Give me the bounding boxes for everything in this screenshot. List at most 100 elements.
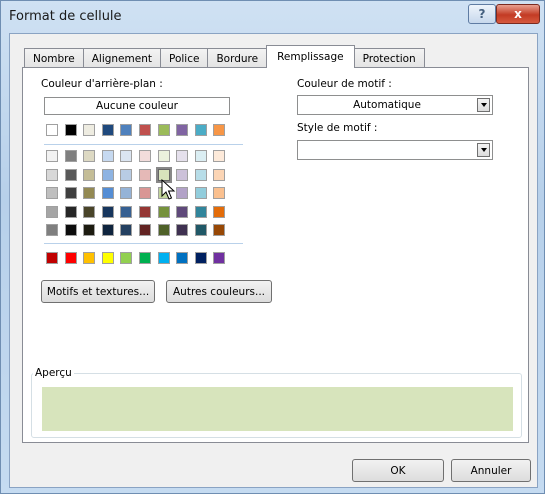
color-swatch[interactable] [46, 205, 58, 218]
color-swatch[interactable] [46, 150, 58, 162]
pattern-style-dropdown[interactable] [297, 140, 493, 160]
color-swatch[interactable] [101, 124, 114, 136]
color-swatch[interactable] [101, 187, 114, 199]
color-swatch[interactable] [213, 224, 226, 236]
color-swatch[interactable] [46, 187, 58, 199]
color-swatch[interactable] [64, 168, 77, 181]
color-swatch[interactable] [194, 124, 207, 136]
tab-protection[interactable]: Protection [353, 48, 425, 68]
color-swatch[interactable] [213, 168, 226, 181]
color-swatch[interactable] [46, 168, 58, 181]
patterns-textures-button[interactable]: Motifs et textures... [41, 280, 155, 303]
color-swatch[interactable] [83, 150, 96, 162]
color-swatch[interactable] [120, 150, 133, 162]
color-swatch[interactable] [213, 150, 226, 162]
color-swatch[interactable] [101, 252, 114, 264]
dialog-title: Format de cellule [9, 9, 122, 24]
help-button[interactable]: ? [468, 4, 496, 24]
pattern-color-value: Automatique [353, 99, 421, 111]
color-swatch[interactable] [138, 224, 151, 236]
cancel-button[interactable]: Annuler [451, 459, 531, 482]
color-swatch[interactable] [120, 187, 133, 199]
color-swatch[interactable] [101, 224, 114, 236]
color-swatch[interactable] [138, 150, 151, 162]
theme-colors-row [46, 124, 232, 136]
title-bar[interactable]: Format de cellule ? x [1, 1, 544, 33]
pattern-color-dropdown[interactable]: Automatique [297, 95, 493, 115]
color-swatch[interactable] [101, 205, 114, 218]
tab-bordure[interactable]: Bordure [207, 48, 268, 68]
color-swatch[interactable] [120, 224, 133, 236]
color-swatch[interactable] [101, 168, 114, 181]
close-button[interactable]: x [496, 4, 540, 24]
color-swatch[interactable] [194, 187, 207, 199]
shade-row [46, 166, 232, 183]
dropdown-arrow-icon[interactable] [477, 143, 490, 157]
color-swatch[interactable] [120, 124, 133, 136]
color-swatch[interactable] [138, 124, 151, 136]
color-swatch[interactable] [138, 168, 151, 181]
color-swatch[interactable] [83, 187, 96, 199]
color-swatch[interactable] [64, 205, 77, 218]
color-swatch[interactable] [157, 205, 170, 218]
color-swatch[interactable] [64, 124, 77, 136]
preview-label: Aperçu [33, 367, 74, 379]
color-swatch[interactable] [83, 124, 96, 136]
shade-row [46, 187, 232, 199]
more-colors-button[interactable]: Autres couleurs... [166, 280, 272, 303]
tab-nombre[interactable]: Nombre [24, 48, 84, 68]
color-swatch[interactable] [194, 150, 207, 162]
color-swatch[interactable] [83, 205, 96, 218]
color-swatch[interactable] [176, 205, 189, 218]
pattern-style-label: Style de motif : [297, 122, 378, 134]
color-swatch[interactable] [157, 150, 170, 162]
no-color-button[interactable]: Aucune couleur [44, 97, 230, 115]
tab-police[interactable]: Police [159, 48, 209, 68]
color-swatch[interactable] [176, 252, 189, 264]
color-swatch[interactable] [157, 124, 170, 136]
color-swatch[interactable] [83, 252, 96, 264]
color-swatch[interactable] [176, 224, 189, 236]
color-swatch[interactable] [64, 252, 77, 264]
dialog-client-area: Nombre Alignement Police Bordure Remplis… [9, 33, 538, 488]
tab-remplissage[interactable]: Remplissage [266, 45, 355, 68]
color-swatch[interactable] [176, 150, 189, 162]
color-swatch[interactable] [138, 252, 151, 264]
color-swatch[interactable] [176, 187, 189, 199]
color-swatch[interactable] [213, 187, 226, 199]
color-swatch[interactable] [157, 252, 170, 264]
color-swatch[interactable] [101, 150, 114, 162]
color-swatch[interactable] [120, 168, 133, 181]
color-swatch[interactable] [83, 168, 96, 181]
color-swatch[interactable] [176, 168, 189, 181]
color-swatch[interactable] [138, 205, 151, 218]
color-swatch[interactable] [46, 224, 58, 236]
color-swatch[interactable] [138, 187, 151, 199]
color-swatch[interactable] [46, 252, 58, 264]
standard-colors-row [46, 252, 232, 264]
color-swatch[interactable] [64, 150, 77, 162]
color-swatch[interactable] [176, 124, 189, 136]
color-swatch[interactable] [83, 224, 96, 236]
tab-alignement[interactable]: Alignement [82, 48, 161, 68]
pattern-color-label: Couleur de motif : [297, 78, 392, 90]
fill-tab-panel: Couleur d'arrière-plan : Aucune couleur … [22, 67, 529, 443]
color-swatch[interactable] [213, 252, 226, 264]
color-swatch[interactable] [194, 224, 207, 236]
color-swatch[interactable] [64, 187, 77, 199]
color-swatch[interactable] [157, 224, 170, 236]
color-swatch[interactable] [194, 205, 207, 218]
color-swatch[interactable] [213, 205, 226, 218]
color-swatch[interactable] [64, 224, 77, 236]
color-swatch[interactable] [194, 252, 207, 264]
ok-button[interactable]: OK [352, 459, 444, 482]
color-swatch[interactable] [120, 252, 133, 264]
palette-divider [44, 144, 243, 145]
color-swatch[interactable] [213, 124, 226, 136]
color-swatch[interactable] [194, 168, 207, 181]
color-swatch[interactable] [120, 205, 133, 218]
dropdown-arrow-icon[interactable] [477, 98, 490, 112]
color-swatch[interactable] [46, 124, 58, 136]
tab-strip: Nombre Alignement Police Bordure Remplis… [24, 45, 425, 68]
preview-swatch [42, 387, 513, 431]
